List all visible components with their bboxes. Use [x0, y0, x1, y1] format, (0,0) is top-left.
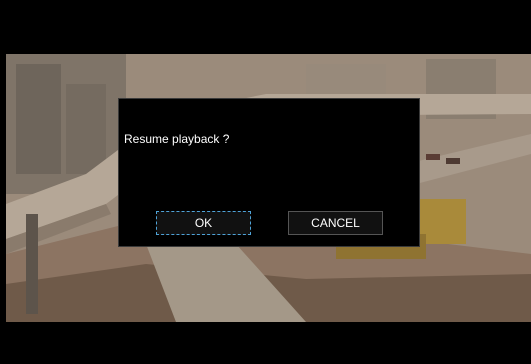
letterbox-bottom [0, 322, 531, 364]
dialog-message: Resume playback ? [124, 132, 230, 146]
cancel-button[interactable]: CANCEL [288, 211, 383, 235]
player-screen: Resume playback ? OK CANCEL [0, 0, 531, 364]
resume-playback-dialog: Resume playback ? OK CANCEL [118, 98, 420, 247]
ok-button[interactable]: OK [156, 211, 251, 235]
letterbox-top [0, 0, 531, 54]
